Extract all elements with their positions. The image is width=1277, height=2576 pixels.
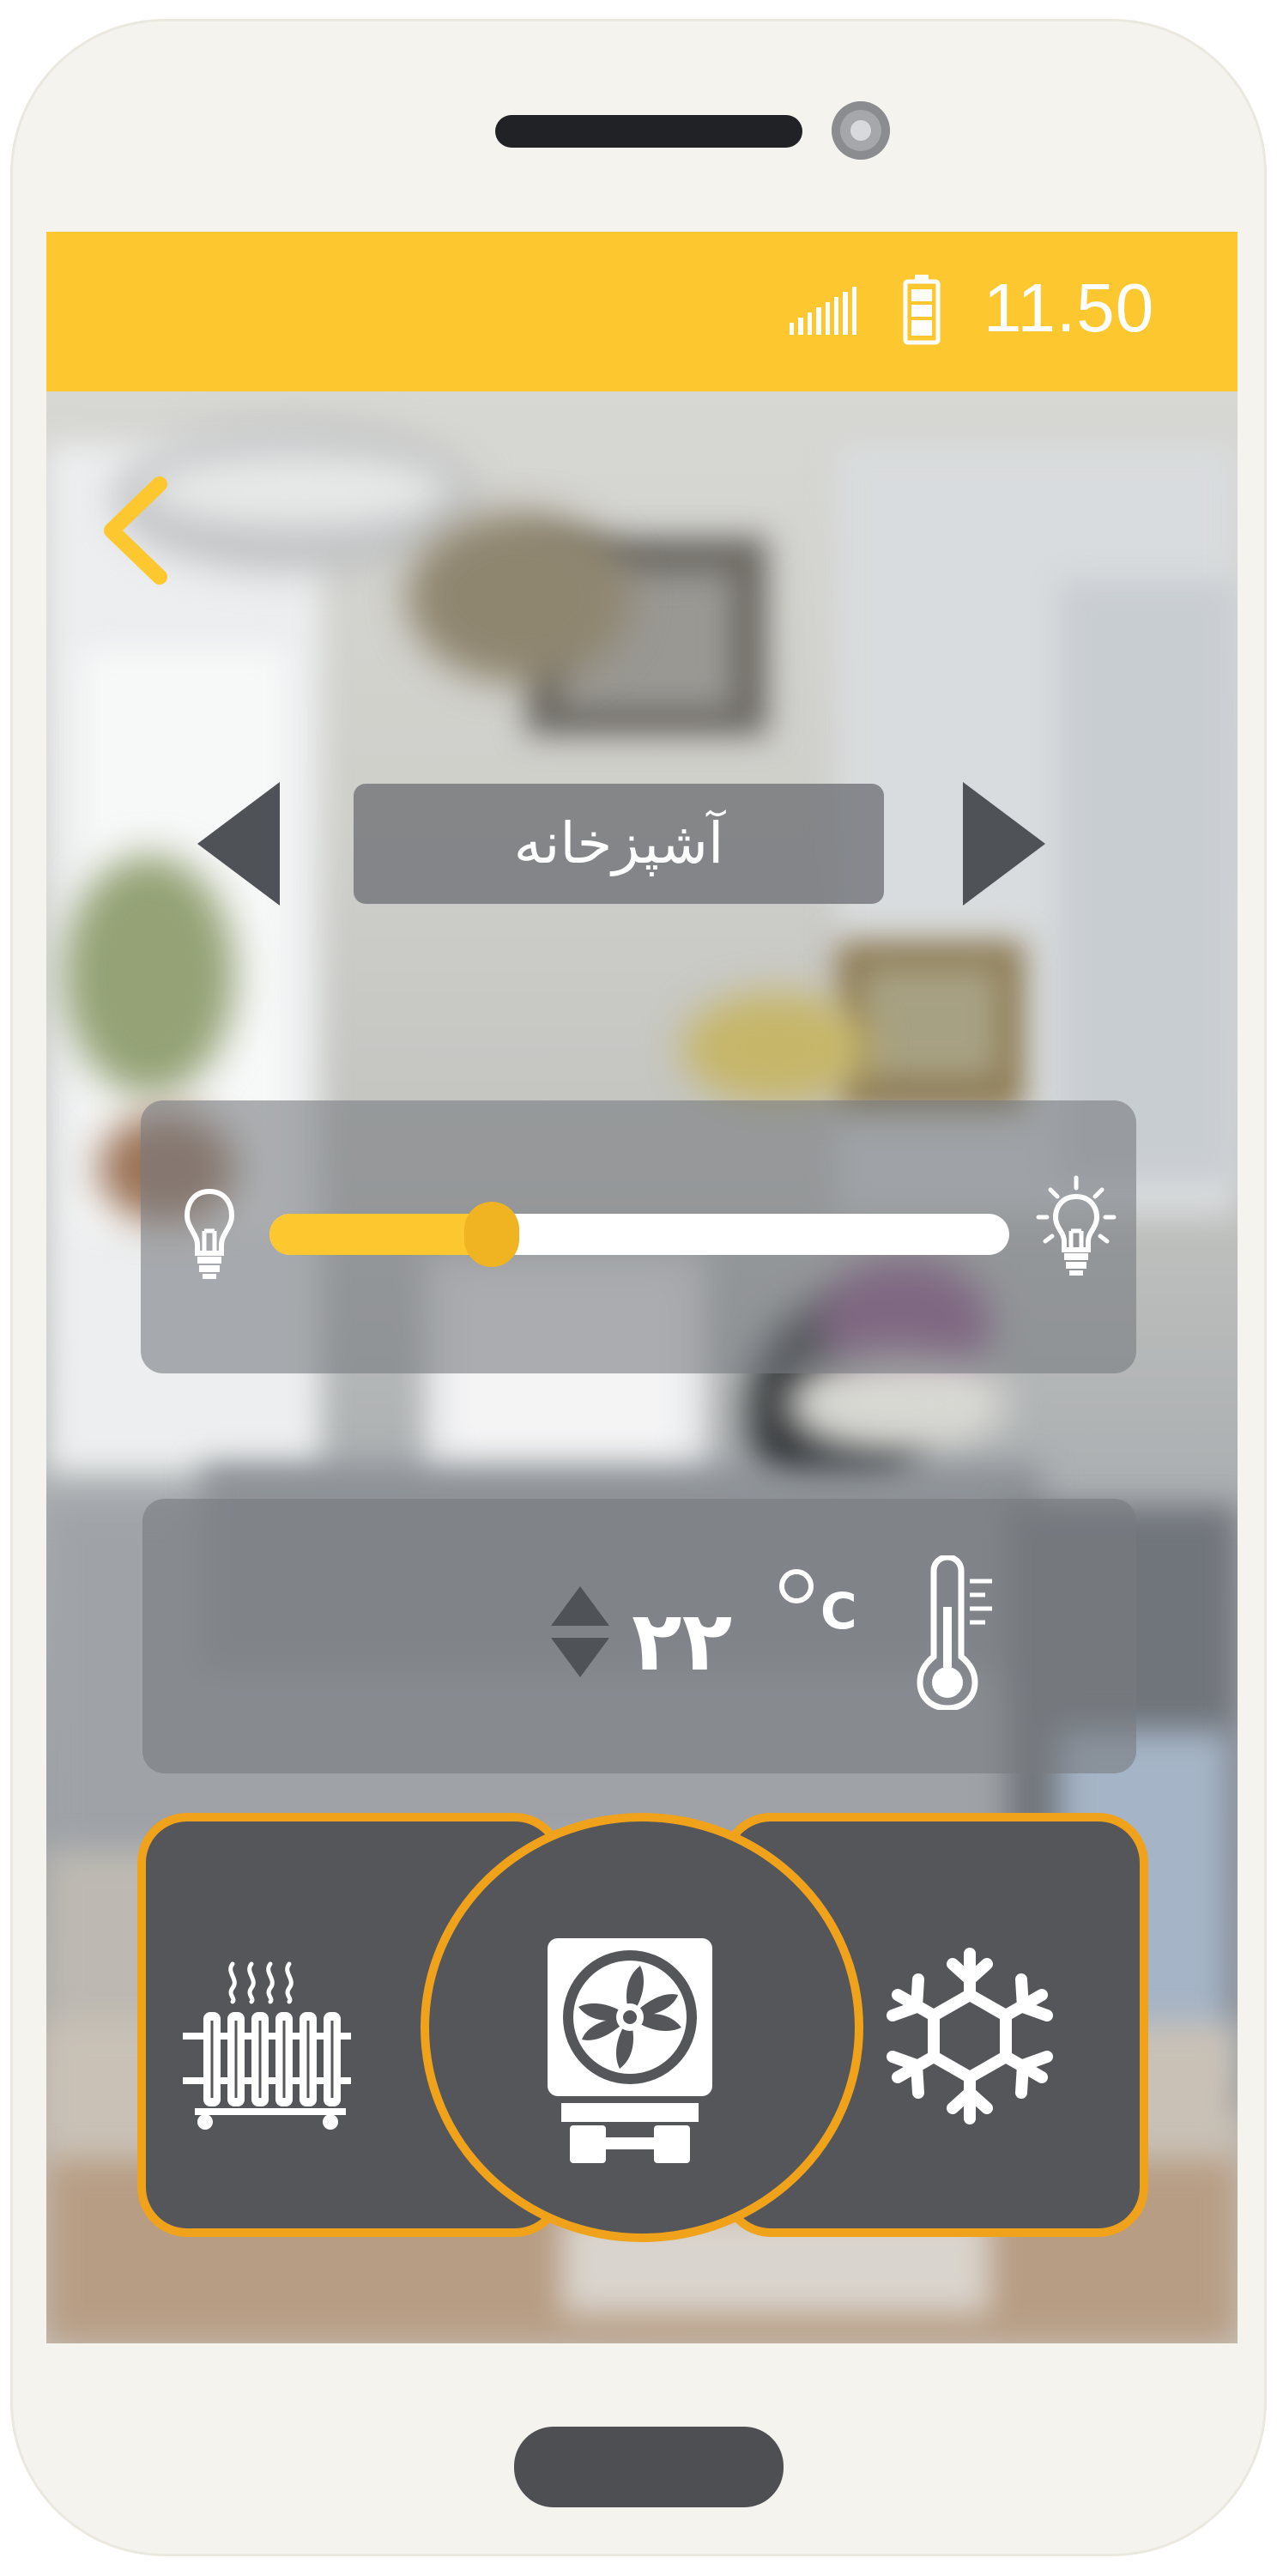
light-slider-handle[interactable] (463, 1202, 519, 1267)
temperature-unit: C (820, 1582, 857, 1640)
status-bar: 11.50 (46, 232, 1238, 391)
home-button[interactable] (514, 2427, 784, 2507)
snowflake-icon (887, 1948, 1053, 2124)
status-time: 11.50 (983, 270, 1155, 346)
app-screen: 11.50 آشپزخانه ۲۲ C (46, 232, 1238, 2343)
light-slider-track[interactable] (269, 1214, 1009, 1255)
light-slider-fill (269, 1214, 492, 1255)
chevron-left-icon[interactable] (96, 474, 173, 585)
lightbulb-on-icon (1036, 1175, 1117, 1276)
signal-bars-icon (790, 282, 856, 335)
room-name: آشپزخانه (354, 784, 884, 904)
previous-room-button[interactable] (197, 782, 280, 906)
degree-symbol (779, 1569, 814, 1603)
temperature-value: ۲۲ (632, 1593, 733, 1689)
room-selector: آشپزخانه (46, 768, 1238, 906)
next-room-button[interactable] (963, 782, 1045, 906)
temperature-panel: ۲۲ C (142, 1499, 1136, 1773)
light-dimmer-panel (141, 1100, 1136, 1373)
thermometer-icon (917, 1555, 992, 1710)
fan-icon (548, 1938, 712, 2163)
radiator-icon (183, 1961, 351, 2130)
phone-camera (832, 101, 890, 160)
temperature-up-button[interactable] (551, 1586, 609, 1626)
temperature-down-button[interactable] (551, 1638, 609, 1677)
battery-icon (903, 275, 941, 345)
lightbulb-off-icon (184, 1188, 235, 1279)
phone-speaker (495, 115, 802, 148)
